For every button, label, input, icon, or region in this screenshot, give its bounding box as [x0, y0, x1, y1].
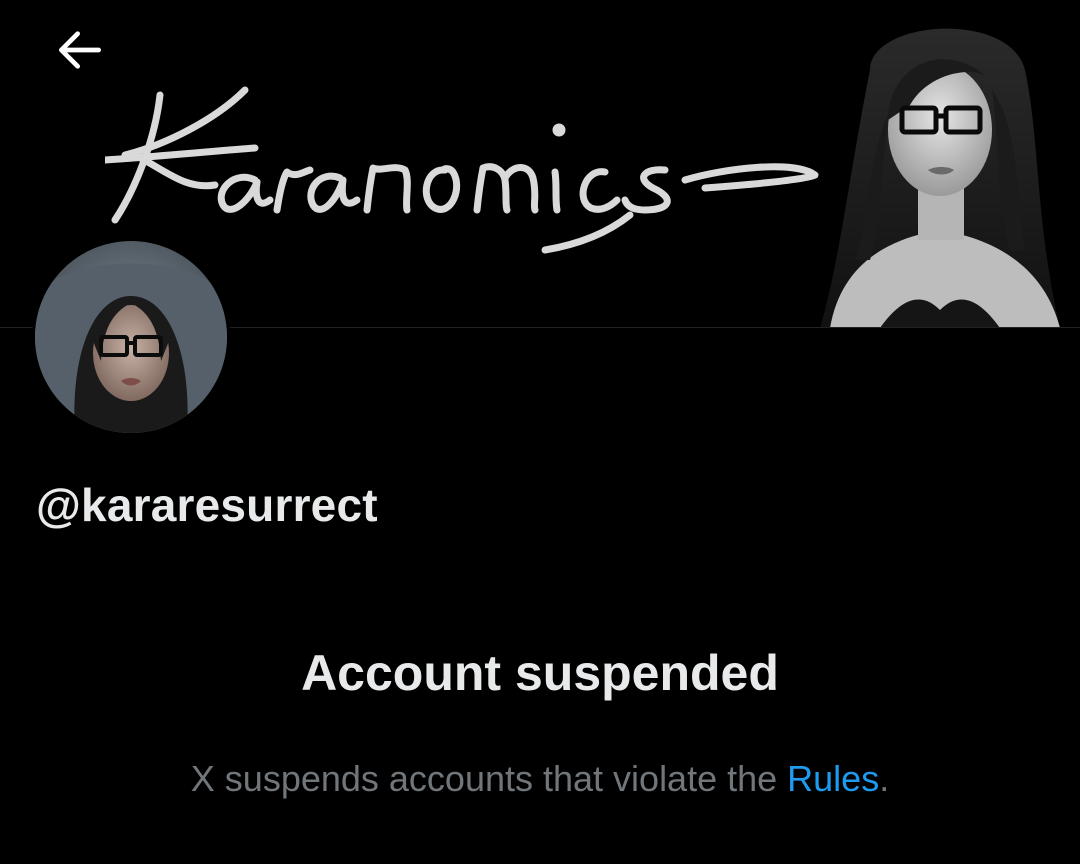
rules-link[interactable]: Rules [787, 758, 879, 799]
banner-portrait [820, 28, 1060, 328]
arrow-left-icon [59, 31, 101, 69]
suspended-message-text: X suspends accounts that violate the [190, 758, 788, 799]
suspended-message: X suspends accounts that violate the Rul… [0, 758, 1080, 800]
suspended-title: Account suspended [301, 645, 779, 701]
profile-handle: @kararesurrect [36, 479, 378, 531]
back-button[interactable] [40, 20, 120, 80]
avatar[interactable] [32, 238, 230, 436]
suspended-message-period: . [879, 758, 890, 799]
avatar-image [35, 241, 227, 433]
profile-screen: @kararesurrect Account suspended X suspe… [0, 0, 1080, 864]
banner-wordmark [105, 86, 819, 254]
